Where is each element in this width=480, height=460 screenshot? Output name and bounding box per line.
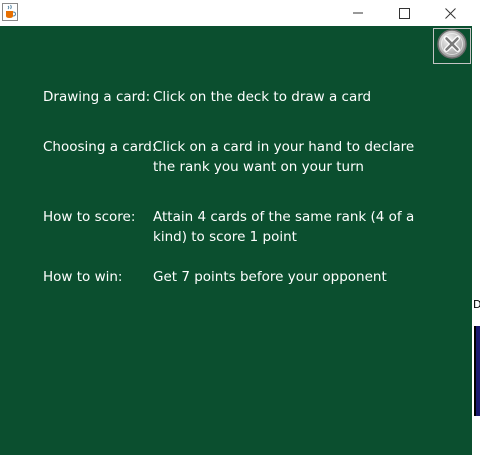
instruction-label: How to win: bbox=[43, 269, 123, 285]
title-bar bbox=[0, 0, 472, 26]
maximize-button[interactable] bbox=[381, 0, 427, 26]
maximize-icon bbox=[398, 7, 410, 19]
instruction-label: Drawing a card: bbox=[43, 89, 151, 105]
instruction-label: Choosing a card: bbox=[43, 139, 157, 155]
instruction-text: Attain 4 cards of the same rank (4 of a … bbox=[153, 209, 415, 245]
desktop-strip bbox=[0, 455, 480, 460]
java-cup-icon bbox=[2, 3, 18, 21]
window-close-button[interactable] bbox=[427, 0, 473, 26]
instructions-panel: Drawing a card: Click on the deck to dra… bbox=[0, 26, 472, 455]
close-icon bbox=[444, 7, 456, 19]
circle-x-icon bbox=[436, 28, 468, 64]
instruction-text: Click on a card in your hand to declare … bbox=[153, 139, 415, 175]
instruction-text: Click on the deck to draw a card bbox=[153, 89, 372, 105]
instruction-label: How to score: bbox=[43, 209, 136, 225]
minimize-icon bbox=[353, 8, 363, 18]
close-panel-button[interactable] bbox=[433, 28, 471, 64]
background-window-text: D bbox=[473, 298, 480, 311]
minimize-button[interactable] bbox=[335, 0, 381, 26]
background-window-panel bbox=[474, 326, 480, 416]
instruction-text: Get 7 points before your opponent bbox=[153, 269, 387, 285]
